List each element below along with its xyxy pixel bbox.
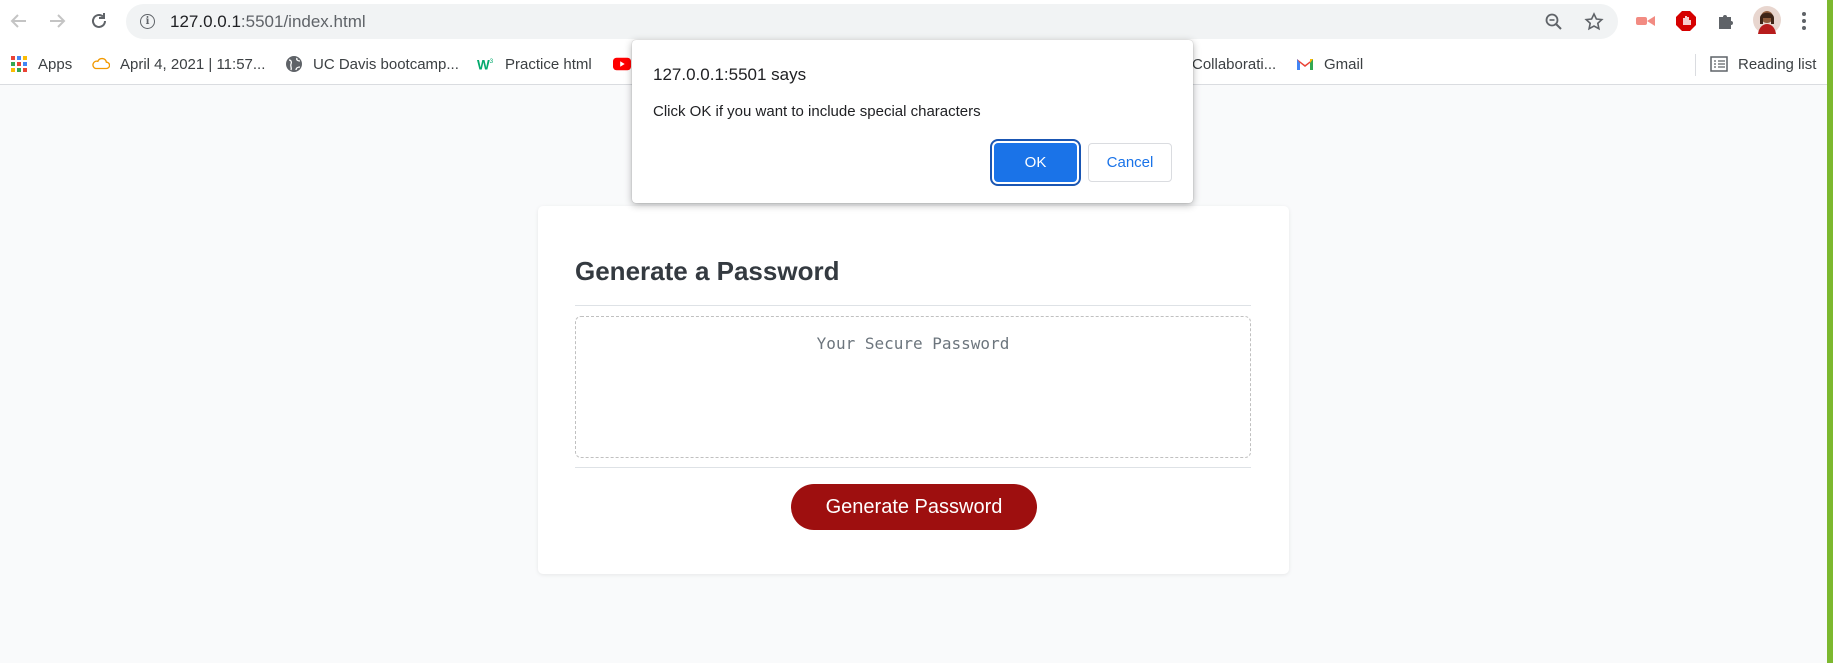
url-path: :5501/index.html xyxy=(240,12,366,31)
forward-arrow-icon[interactable] xyxy=(44,8,70,34)
bookmark-label: Apps xyxy=(38,55,73,73)
password-output[interactable] xyxy=(575,316,1251,458)
bookmark-label: Collaborati... xyxy=(1192,55,1277,73)
kebab-menu-icon[interactable] xyxy=(1792,9,1816,33)
site-info-icon[interactable]: i xyxy=(140,14,155,29)
back-arrow-icon[interactable] xyxy=(6,8,32,34)
adblock-stop-icon[interactable] xyxy=(1674,9,1698,33)
bookmark-practice-html[interactable]: W3 Practice html xyxy=(477,52,592,76)
cloud-icon xyxy=(92,55,110,73)
card-footer-divider xyxy=(575,467,1251,468)
card-header-divider xyxy=(575,305,1251,306)
window-edge xyxy=(1827,0,1833,663)
cancel-button[interactable]: Cancel xyxy=(1088,143,1172,182)
bookmark-label: UC Davis bootcamp... xyxy=(313,55,459,73)
bookmarks-divider xyxy=(1695,54,1696,76)
svg-text:W: W xyxy=(477,57,490,72)
svg-text:3: 3 xyxy=(490,58,494,65)
reading-list-button[interactable]: Reading list xyxy=(1710,52,1816,76)
bookmark-uc-davis[interactable]: UC Davis bootcamp... xyxy=(285,52,459,76)
password-card: Generate a Password Generate Password xyxy=(538,206,1289,574)
reading-list-icon xyxy=(1710,55,1728,73)
bookmark-april-4[interactable]: April 4, 2021 | 11:57... xyxy=(92,52,265,76)
browser-toolbar: i 127.0.0.1:5501/index.html xyxy=(0,0,1833,43)
bookmark-collaboration[interactable]: Collaborati... xyxy=(1192,52,1276,76)
dialog-title: 127.0.0.1:5501 says xyxy=(653,65,807,84)
puzzle-extensions-icon[interactable] xyxy=(1714,9,1738,33)
bookmark-gmail[interactable]: Gmail xyxy=(1296,52,1363,76)
ok-button[interactable]: OK xyxy=(994,143,1077,182)
reading-list-label: Reading list xyxy=(1738,55,1817,73)
globe-icon xyxy=(285,55,303,73)
zoom-icon[interactable] xyxy=(1544,12,1564,32)
bookmark-star-icon[interactable] xyxy=(1584,12,1604,32)
dialog-message: Click OK if you want to include special … xyxy=(653,103,981,120)
generate-password-button[interactable]: Generate Password xyxy=(791,484,1037,530)
bookmark-apps[interactable]: Apps xyxy=(10,52,72,76)
address-url[interactable]: 127.0.0.1:5501/index.html xyxy=(170,12,366,32)
reload-icon[interactable] xyxy=(86,8,112,34)
gmail-icon xyxy=(1296,55,1314,73)
avatar[interactable] xyxy=(1752,5,1782,35)
alert-dialog: 127.0.0.1:5501 says Click OK if you want… xyxy=(632,40,1193,203)
bookmark-label: Gmail xyxy=(1324,55,1364,73)
bookmark-label: April 4, 2021 | 11:57... xyxy=(120,55,266,73)
apps-grid-icon xyxy=(10,55,28,73)
w3schools-icon: W3 xyxy=(477,55,495,73)
address-bar[interactable]: i 127.0.0.1:5501/index.html xyxy=(126,4,1618,39)
bookmark-label: Practice html xyxy=(505,55,592,73)
url-host: 127.0.0.1 xyxy=(170,12,241,31)
youtube-icon xyxy=(613,55,631,73)
extension-icon[interactable] xyxy=(1634,9,1658,33)
card-title: Generate a Password xyxy=(575,256,840,286)
